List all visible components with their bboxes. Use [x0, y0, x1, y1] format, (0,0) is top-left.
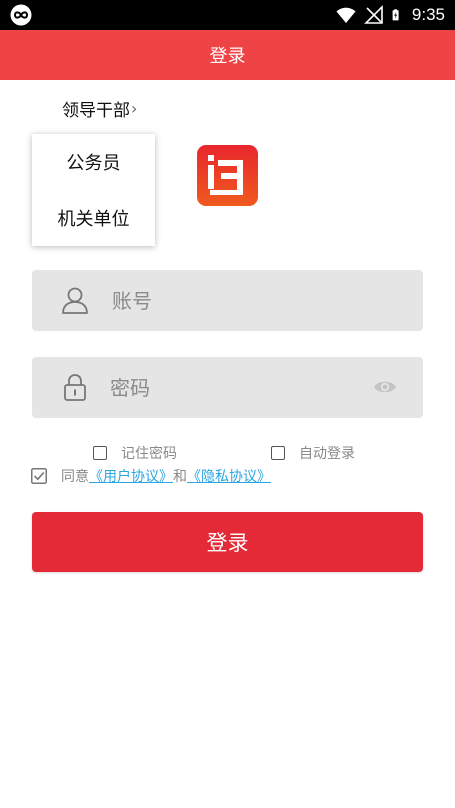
user-icon: [62, 287, 88, 314]
user-agreement-link[interactable]: 《用户协议》: [89, 466, 173, 486]
agree-prefix: 同意: [61, 469, 89, 485]
password-input[interactable]: [110, 357, 390, 418]
auto-login-option[interactable]: 自动登录: [271, 443, 355, 463]
privacy-policy-link[interactable]: 《隐私协议》: [187, 466, 271, 486]
login-button[interactable]: 登录: [32, 512, 423, 572]
lock-icon: [64, 374, 86, 401]
remember-password-option[interactable]: 记住密码: [93, 443, 177, 463]
agree-checkbox[interactable]: [31, 468, 47, 484]
agreement-row: 同意 《用户协议》 和 《隐私协议》: [31, 466, 271, 486]
page-title: 登录: [209, 46, 246, 67]
app-notification-icon: [10, 4, 32, 26]
status-bar: 9:35: [0, 0, 455, 30]
wifi-icon: [336, 7, 356, 23]
account-input[interactable]: [112, 270, 392, 331]
chevron-right-icon: ›: [131, 98, 138, 118]
remember-password-checkbox[interactable]: [93, 446, 107, 460]
remember-password-label: 记住密码: [121, 446, 177, 462]
account-field: [32, 270, 423, 331]
header-bar: 登录: [0, 30, 455, 80]
role-dropdown-menu: 公务员 机关单位: [32, 134, 155, 246]
role-option-government-agency[interactable]: 机关单位: [32, 190, 155, 246]
status-time: 9:35: [411, 5, 445, 24]
app-logo: [197, 145, 258, 206]
status-icons: 9:35: [336, 0, 445, 30]
agree-and-text: 和: [173, 469, 187, 485]
auto-login-checkbox[interactable]: [271, 446, 285, 460]
password-field: [32, 357, 423, 418]
role-selected-label: 领导干部: [62, 100, 130, 121]
signal-icon: [363, 5, 383, 24]
auto-login-label: 自动登录: [299, 446, 355, 462]
battery-charging-icon: [392, 9, 399, 21]
role-selector[interactable]: 领导干部 ›: [62, 95, 137, 121]
eye-icon[interactable]: [373, 376, 397, 398]
role-option-civil-servant[interactable]: 公务员: [32, 134, 155, 190]
